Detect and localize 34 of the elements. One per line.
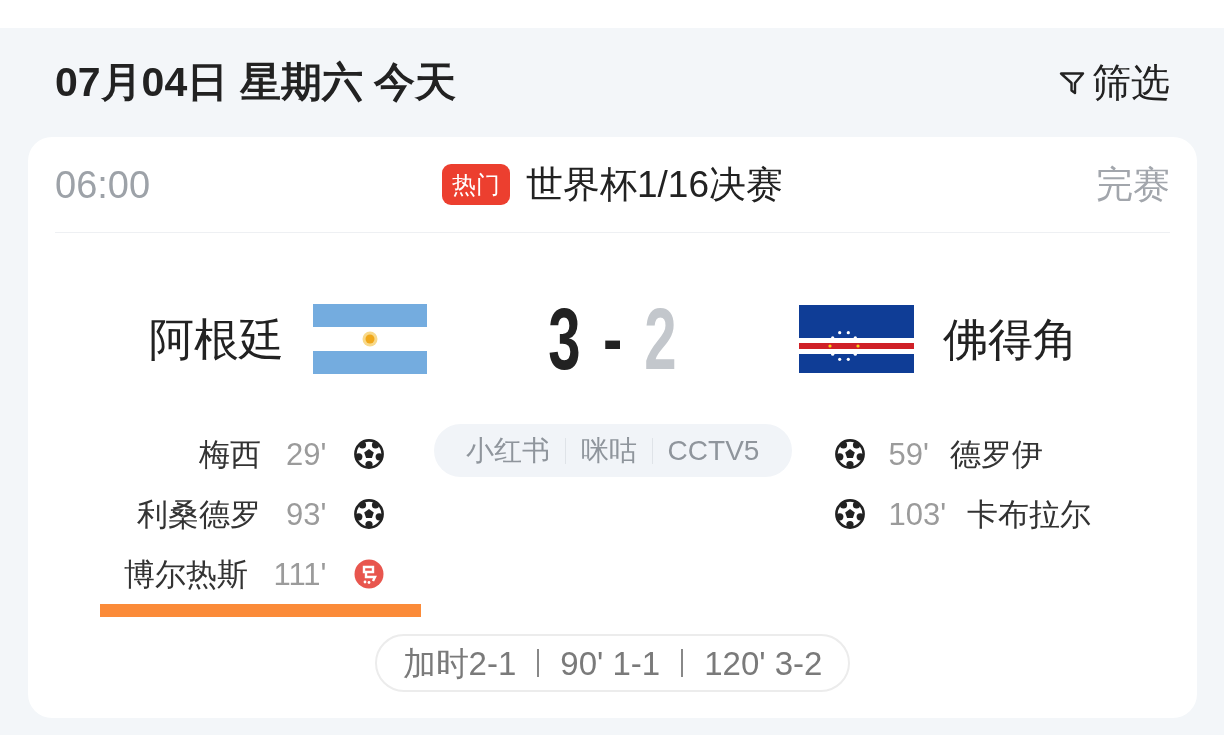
soccer-ball-icon: [353, 499, 384, 529]
penalty-ball-icon: [353, 559, 384, 589]
hot-badge: 热门: [442, 164, 510, 205]
flag-icon: [312, 304, 427, 374]
goal-minute: 93': [286, 498, 327, 530]
broadcast-channel[interactable]: CCTV5: [667, 436, 760, 465]
period-score: 120' 3-2: [704, 646, 823, 680]
scorer-name: 卡布拉尔: [967, 498, 1092, 530]
broadcast-channel[interactable]: 小红书: [465, 436, 550, 465]
team-name: 佛得角: [942, 316, 1078, 362]
flag-icon: [798, 305, 914, 373]
scorer-name: 博尔热斯: [124, 558, 249, 590]
home-score: 3: [548, 295, 581, 383]
goal-minute: 111': [273, 558, 327, 590]
soccer-ball-icon: [834, 439, 865, 469]
filter-button[interactable]: 筛选: [1058, 63, 1170, 102]
goal-minute: 103': [888, 498, 947, 530]
competition-name: 世界杯1/16决赛: [526, 166, 783, 203]
period-score: 90' 1-1: [560, 646, 661, 680]
broadcast-channel[interactable]: 咪咕: [580, 436, 637, 465]
date-heading: 07月04日 星期六 今天: [55, 62, 456, 103]
period-score: 加时2-1: [402, 646, 517, 680]
score-separator: -: [602, 303, 623, 375]
away-score: 2: [644, 295, 677, 383]
match-status: 完赛: [1096, 166, 1170, 203]
scorer-name: 德罗伊: [949, 438, 1043, 470]
kickoff-time: 06:00: [55, 165, 151, 204]
scorer-name: 梅西: [199, 438, 262, 470]
goal-minute: 59': [888, 438, 929, 470]
goal-minute: 29': [286, 438, 327, 470]
scorer-name: 利桑德罗: [137, 498, 262, 530]
team-name: 阿根廷: [148, 316, 284, 362]
soccer-ball-icon: [353, 439, 384, 469]
soccer-ball-icon: [834, 499, 865, 529]
